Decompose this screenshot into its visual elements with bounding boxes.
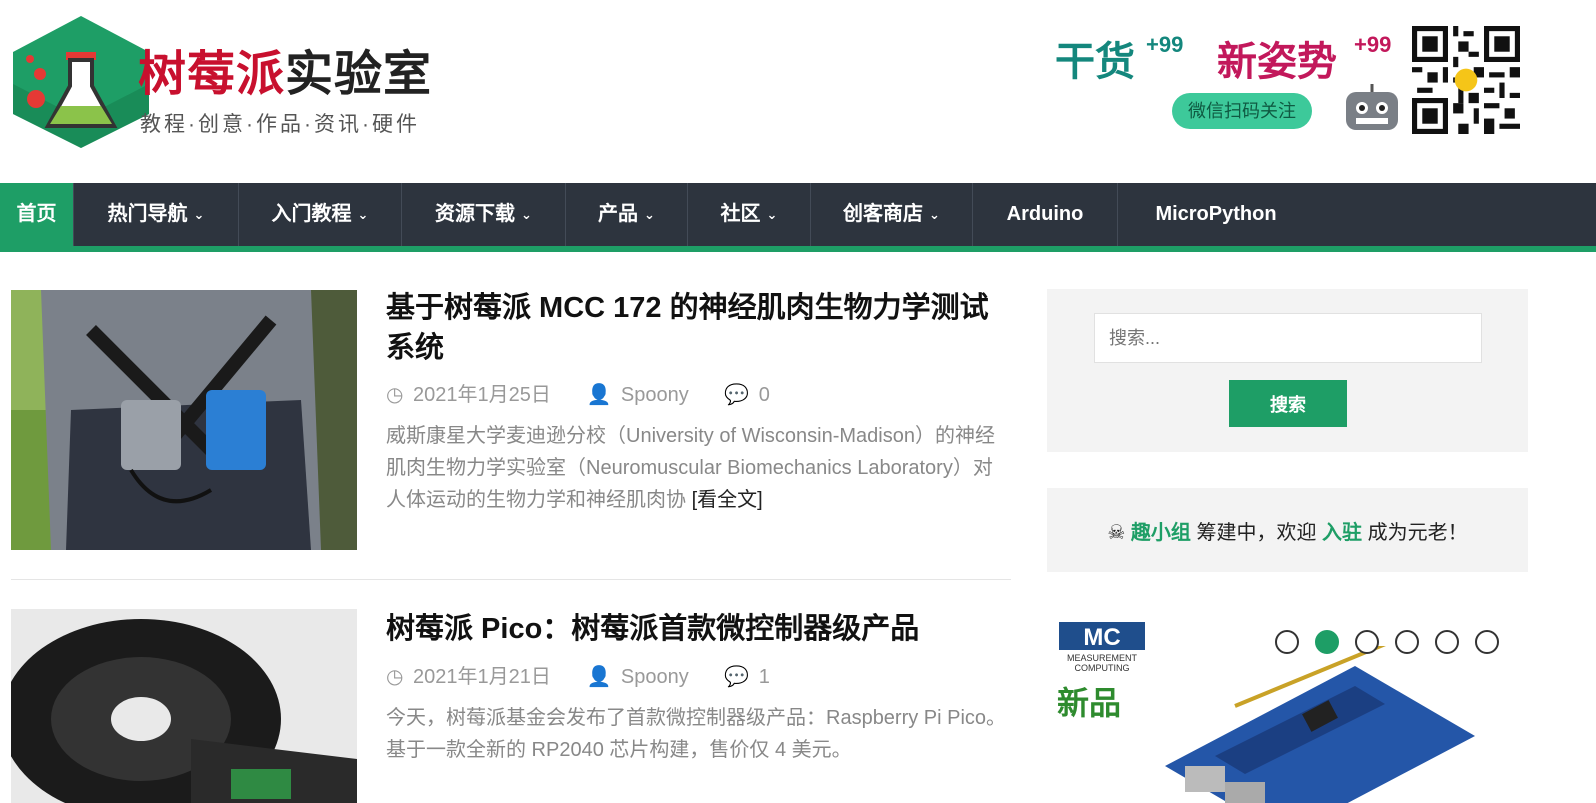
wechat-scan-badge: 微信扫码关注 bbox=[1172, 93, 1312, 129]
post-comments[interactable]: 1 bbox=[759, 666, 770, 688]
nav-item-label: 入门教程 bbox=[271, 203, 352, 225]
carousel-dot[interactable] bbox=[1435, 630, 1459, 654]
post-excerpt: 今天，树莓派基金会发布了首款微控制器级产品：Raspberry Pi Pico。… bbox=[386, 707, 1007, 761]
comment-icon: 💬 bbox=[724, 384, 750, 406]
join-link[interactable]: 入驻 bbox=[1322, 522, 1362, 544]
promo-xinzi: 新姿势 bbox=[1217, 40, 1337, 84]
carousel-dot[interactable] bbox=[1395, 630, 1419, 654]
nav-item-downloads[interactable]: 资源下载 ⌄ bbox=[402, 183, 566, 246]
nav-item-micropython[interactable]: MicroPython bbox=[1118, 183, 1314, 246]
mc-logo-icon: MC MEASUREMENT COMPUTING bbox=[1059, 622, 1145, 672]
site-title-part2: 实验室 bbox=[285, 48, 433, 101]
nav-item-home[interactable]: 首页 bbox=[0, 183, 74, 246]
post-thumbnail[interactable] bbox=[11, 609, 357, 803]
group-announcement: ☠ 趣小组 筹建中，欢迎 入驻 成为元老！ bbox=[1047, 516, 1528, 545]
promo-ganhuo-badge: +99 bbox=[1146, 32, 1184, 57]
nav-item-store[interactable]: 创客商店 ⌄ bbox=[811, 183, 973, 246]
search-button[interactable]: 搜索 bbox=[1229, 380, 1347, 427]
post-meta: ◷ 2021年1月25日 👤 Spoony 💬 0 bbox=[386, 378, 774, 407]
mc-logo-line2: COMPUTING bbox=[1075, 663, 1130, 672]
group-text-2: 成为元老！ bbox=[1367, 522, 1468, 544]
nav-item-products[interactable]: 产品 ⌄ bbox=[566, 183, 688, 246]
wechat-qr-code-icon bbox=[1412, 26, 1520, 134]
post-excerpt: 威斯康星大学麦迪逊分校（University of Wisconsin-Madi… bbox=[386, 420, 1012, 516]
site-title-part1: 树莓派 bbox=[138, 48, 286, 101]
search-widget: 搜索 bbox=[1047, 289, 1528, 452]
clock-icon: ◷ bbox=[386, 384, 404, 406]
group-text-1: 筹建中，欢迎 bbox=[1196, 522, 1317, 544]
svg-text:MC: MC bbox=[1083, 624, 1120, 651]
chevron-down-icon: ⌄ bbox=[766, 207, 778, 223]
chevron-down-icon: ⌄ bbox=[929, 207, 940, 223]
wechat-promo-banner[interactable]: 干货 +99 新姿势 +99 微信扫码关注 bbox=[1050, 24, 1530, 140]
nav-item-label: Arduino bbox=[1006, 203, 1084, 225]
product-ad-carousel[interactable]: MC MEASUREMENT COMPUTING 新品 bbox=[1047, 606, 1528, 803]
new-product-label: 新品 bbox=[1057, 685, 1122, 721]
site-logo-icon[interactable] bbox=[6, 14, 156, 150]
search-input[interactable] bbox=[1094, 313, 1482, 363]
post-author[interactable]: Spoony bbox=[621, 384, 689, 406]
nav-item-community[interactable]: 社区 ⌄ bbox=[688, 183, 811, 246]
post-excerpt-text: 威斯康星大学麦迪逊分校（University of Wisconsin-Madi… bbox=[386, 425, 995, 511]
post-author[interactable]: Spoony bbox=[621, 666, 689, 688]
nav-item-label: MicroPython bbox=[1155, 203, 1277, 225]
promo-xinzi-badge: +99 bbox=[1354, 32, 1392, 57]
nav-item-label: 热门导航 bbox=[107, 203, 188, 225]
nav-item-tutorials[interactable]: 入门教程 ⌄ bbox=[239, 183, 402, 246]
skull-icon: ☠ bbox=[1107, 522, 1126, 544]
comment-icon: 💬 bbox=[724, 666, 750, 688]
post-meta: ◷ 2021年1月21日 👤 Spoony 💬 1 bbox=[386, 660, 774, 689]
user-icon: 👤 bbox=[586, 384, 612, 406]
post-title[interactable]: 基于树莓派 MCC 172 的神经肌肉生物力学测试系统 bbox=[386, 288, 1012, 368]
site-title[interactable]: 树莓派实验室 bbox=[138, 34, 432, 104]
carousel-dot[interactable] bbox=[1475, 630, 1499, 654]
group-link[interactable]: 趣小组 bbox=[1131, 522, 1191, 544]
group-widget: ☠ 趣小组 筹建中，欢迎 入驻 成为元老！ bbox=[1047, 488, 1528, 572]
chevron-down-icon: ⌄ bbox=[193, 207, 205, 223]
main-nav: 首页 热门导航 ⌄ 入门教程 ⌄ 资源下载 ⌄ 产品 ⌄ 社区 ⌄ 创客商店 ⌄ Ardui… bbox=[0, 183, 1596, 252]
post-thumbnail[interactable] bbox=[11, 290, 357, 550]
carousel-dot[interactable] bbox=[1275, 630, 1299, 654]
read-more-link[interactable]: [看全文] bbox=[692, 489, 763, 511]
nav-item-label: 产品 bbox=[598, 203, 639, 225]
post-comments[interactable]: 0 bbox=[759, 384, 770, 406]
clock-icon: ◷ bbox=[386, 666, 404, 688]
post-date[interactable]: 2021年1月25日 bbox=[413, 384, 551, 406]
chevron-down-icon: ⌄ bbox=[357, 207, 369, 223]
daq-hat-board-image bbox=[1165, 646, 1475, 803]
robot-mascot-icon bbox=[1346, 84, 1398, 130]
post-divider bbox=[11, 579, 1011, 580]
carousel-dot[interactable] bbox=[1355, 630, 1379, 654]
site-tagline: 教程·创意·作品·资讯·硬件 bbox=[140, 113, 420, 136]
mc-logo-line1: MEASUREMENT bbox=[1067, 653, 1138, 663]
carousel-dot-active[interactable] bbox=[1315, 630, 1339, 654]
nav-item-label: 资源下载 bbox=[435, 203, 516, 225]
chevron-down-icon: ⌄ bbox=[521, 207, 532, 223]
chevron-down-icon: ⌄ bbox=[644, 207, 655, 223]
post-title[interactable]: 树莓派 Pico：树莓派首款微控制器级产品 bbox=[386, 609, 1012, 649]
nav-item-label: 首页 bbox=[16, 203, 57, 225]
nav-item-label: 创客商店 bbox=[843, 203, 924, 225]
nav-item-label: 社区 bbox=[720, 203, 761, 225]
user-icon: 👤 bbox=[586, 666, 612, 688]
promo-ganhuo: 干货 bbox=[1055, 40, 1135, 84]
nav-item-arduino[interactable]: Arduino bbox=[973, 183, 1118, 246]
nav-item-popular[interactable]: 热门导航 ⌄ bbox=[74, 183, 239, 246]
post-date[interactable]: 2021年1月21日 bbox=[413, 666, 551, 688]
